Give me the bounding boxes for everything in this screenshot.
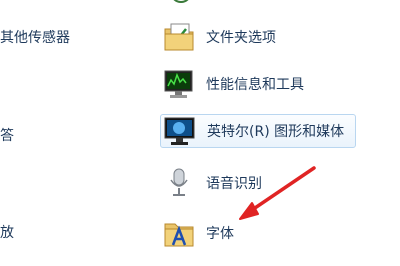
left-item-partial[interactable]: 放 [0,222,14,242]
item-label: 文件夹选项 [206,30,276,46]
fonts-folder-icon [162,217,196,249]
control-panel-item-speech-recognition[interactable]: 语音识别 [160,166,356,200]
performance-tools-icon [162,68,196,100]
left-item-other-sensors[interactable]: 其他传感器 [0,27,70,47]
item-label: 字体 [206,226,234,242]
intel-graphics-icon [163,115,197,147]
left-item-partial[interactable]: 答 [0,125,14,145]
control-panel-item-fonts[interactable]: 字体 [160,216,356,250]
item-label: 语音识别 [206,176,262,192]
item-label: 英特尔(R) 图形和媒体 [207,124,345,140]
control-panel-item-performance[interactable]: 性能信息和工具 [160,67,356,101]
partial-control-panel-icon [170,0,192,10]
microphone-icon [162,167,196,199]
control-panel-item-intel-graphics[interactable]: 英特尔(R) 图形和媒体 [160,114,356,148]
item-label: 性能信息和工具 [206,77,304,93]
folder-options-icon [162,21,196,53]
control-panel-item-folder-options[interactable]: 文件夹选项 [160,20,356,54]
